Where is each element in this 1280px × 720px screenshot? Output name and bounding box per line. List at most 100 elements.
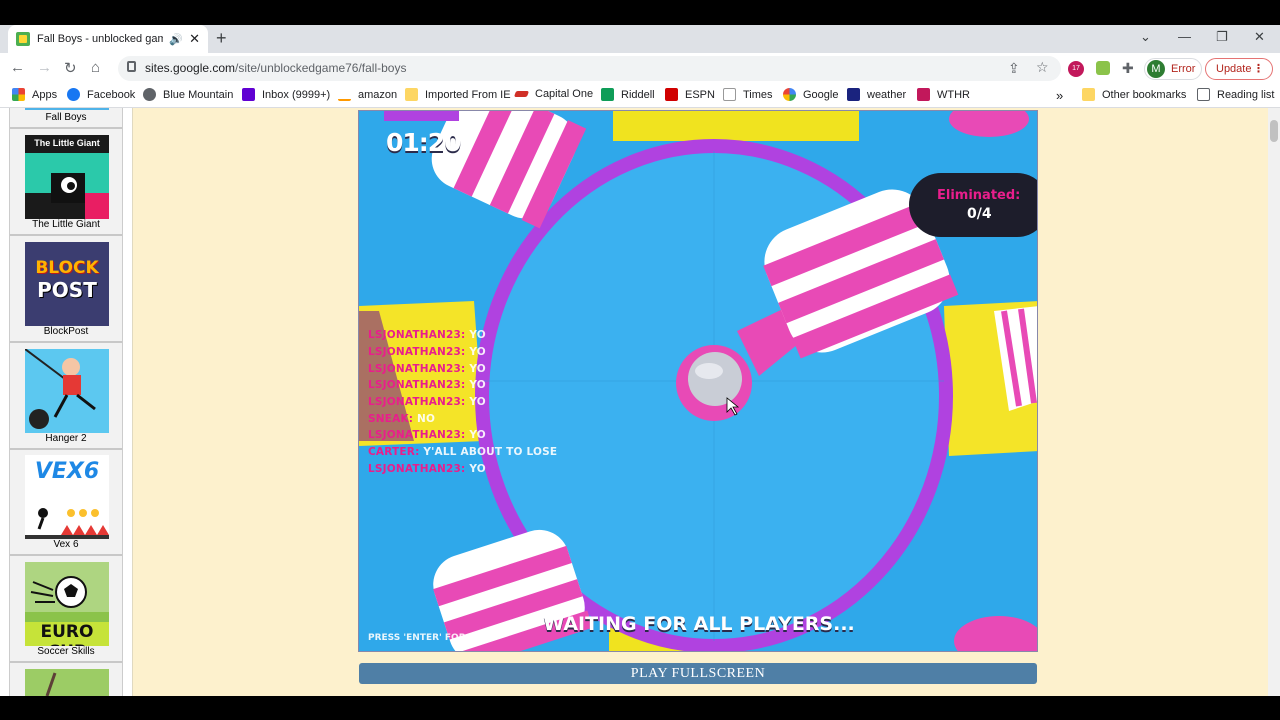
chat-message: LSJONATHAN23: YO [368,329,486,341]
site-favicon-icon [16,32,30,46]
bookmark-capital-one[interactable]: Capital One [513,88,593,100]
bookmark-label: Apps [32,88,58,101]
update-button[interactable]: Update ⋮ [1205,58,1273,80]
bookmark-wthr[interactable]: WTHR [917,88,970,101]
chat-sender: CARTER: [368,446,420,458]
hud-label-strip [384,111,459,121]
game-label-vex-6[interactable]: Vex 6 [10,539,122,550]
more-bookmarks-chevron-icon[interactable]: » [1056,88,1063,103]
chat-message: CARTER: Y'ALL ABOUT TO LOSE [368,446,557,458]
tab-fall-boys[interactable]: Fall Boys - unblocked games 🔊 ✕ [8,25,208,53]
chat-text: YO [469,396,486,408]
extension-leaf-icon[interactable] [1096,61,1110,75]
bookmark-facebook[interactable]: Facebook [67,88,135,101]
thumb-fall-boys[interactable] [25,108,109,110]
reading-list-icon [1197,88,1210,101]
games-sidebar: Fall Boys The Little Giant The Little Gi… [0,108,133,696]
chat-text: NO [417,413,436,425]
thumb-title: EURO CUP [25,622,109,646]
chat-sender: LSJONATHAN23: [368,396,466,408]
chat-sender: LSJONATHAN23: [368,329,466,341]
bookmark-riddell[interactable]: Riddell [601,88,655,101]
game-canvas[interactable]: 01:20 Eliminated: 0/4 LSJONATHAN23: YO L… [358,110,1038,652]
url-text[interactable]: sites.google.com/site/unblockedgame76/fa… [145,61,406,75]
scrollbar-thumb[interactable] [1270,120,1278,142]
bookmark-label: Reading list [1217,88,1275,101]
bookmark-amazon[interactable]: amazon [338,88,397,101]
game-label-the-little-giant[interactable]: The Little Giant [10,219,122,230]
bookmark-label: Facebook [87,88,136,101]
bookmark-star-icon[interactable]: ☆ [1036,59,1049,76]
vex-art-icon [25,508,109,539]
bookmark-label: ESPN [685,88,715,101]
url-host: sites.google.com [145,61,236,75]
thumb-blockpost[interactable]: BLOCK POST [25,242,109,326]
tab-search-icon[interactable]: ⌄ [1140,29,1151,45]
reading-list[interactable]: Reading list [1197,88,1274,101]
url-path: /site/unblockedgame76/fall-boys [235,61,407,75]
address-bar[interactable]: sites.google.com/site/unblockedgame76/fa… [118,56,1061,81]
chat-sender: LSJONATHAN23: [368,379,466,391]
game-label-soccer-skills[interactable]: Soccer Skills [10,646,122,657]
game-label-fall-boys[interactable]: Fall Boys [10,112,122,123]
chat-text: YO [469,429,486,441]
game-label-blockpost[interactable]: BlockPost [10,326,122,337]
bookmark-other[interactable]: Other bookmarks [1082,88,1186,101]
bookmark-google[interactable]: Google [783,88,838,101]
close-window-icon[interactable]: ✕ [1254,29,1265,45]
extension-badge-icon[interactable]: 17 [1068,61,1084,77]
capital-one-icon [513,91,530,97]
yellow-platform [613,111,859,141]
pink-obstacle [949,111,1029,137]
reload-icon[interactable]: ↻ [64,59,77,77]
thumb-next-game[interactable] [25,669,109,696]
thumb-the-little-giant[interactable]: The Little Giant [25,135,109,219]
lock-icon [127,61,136,72]
folder-icon [1082,88,1095,101]
bookmark-label: amazon [358,88,398,101]
folder-icon [405,88,418,101]
forward-icon[interactable]: → [37,59,52,76]
divider [10,127,122,129]
tab-title: Fall Boys - unblocked games [37,33,164,45]
chat-sender: LSJONATHAN23: [368,463,466,475]
bookmark-weather[interactable]: weather [847,88,906,101]
bookmark-label: weather [867,88,907,101]
chat-hint: PRESS 'ENTER' FOR CHAT [368,633,496,643]
minimize-icon[interactable]: — [1178,29,1191,44]
bookmark-blue-mountain[interactable]: Blue Mountain [143,88,233,101]
wthr-icon [917,88,930,101]
chat-message: LSJONATHAN23: YO [368,363,486,375]
bookmark-espn[interactable]: ESPN [665,88,715,101]
new-tab-icon[interactable]: + [216,28,227,49]
share-icon[interactable]: ⇪ [1008,60,1020,77]
home-icon[interactable]: ⌂ [91,59,100,76]
bookmark-inbox[interactable]: Inbox (9999+) [242,88,330,101]
thumb-title: The Little Giant [34,138,100,148]
game-label-hanger-2[interactable]: Hanger 2 [10,433,122,444]
chat-text: YO [469,379,486,391]
thumb-vex-6[interactable]: VEX6 [25,455,109,539]
close-tab-icon[interactable]: ✕ [189,31,200,47]
divider [10,341,122,343]
speaker-icon[interactable]: 🔊 [169,33,183,46]
bookmark-imported-from-ie[interactable]: Imported From IE [405,88,511,101]
bookmark-apps[interactable]: Apps [12,88,57,101]
thumb-hanger-2[interactable] [25,349,109,433]
divider [10,661,122,663]
restore-icon[interactable]: ❐ [1216,29,1228,45]
profile-error-text: Error [1171,63,1196,75]
page-scrollbar[interactable] [1268,108,1280,696]
bookmark-times[interactable]: Times [723,88,773,101]
bookmark-label: Times [743,88,773,101]
back-icon[interactable]: ← [10,59,25,76]
thumb-soccer-skills[interactable]: EURO CUP [25,562,109,646]
divider [10,448,122,450]
chat-text: YO [469,329,486,341]
yahoo-icon [242,88,255,101]
extensions-puzzle-icon[interactable]: ✚ [1122,60,1134,77]
profile-button[interactable]: M Error [1144,58,1202,80]
divider [10,554,122,556]
next-game-art-icon [45,672,57,696]
play-fullscreen-button[interactable]: PLAY FULLSCREEN [359,663,1037,684]
